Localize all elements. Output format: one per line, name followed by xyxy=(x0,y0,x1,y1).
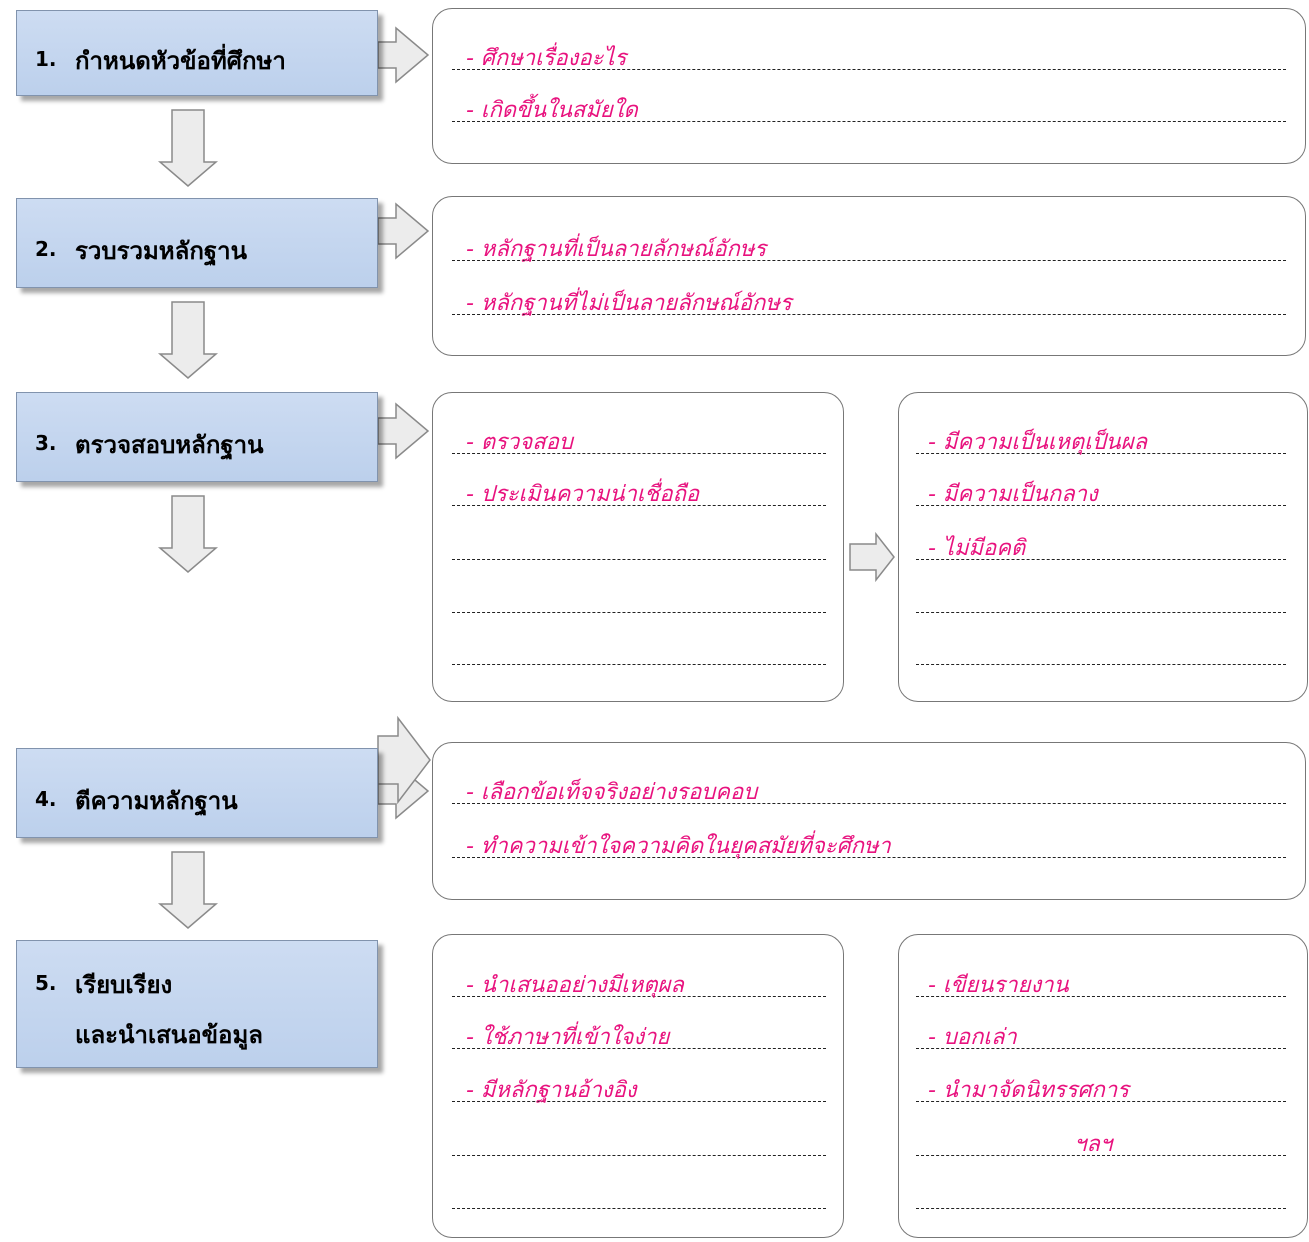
note-text: ฯลฯ xyxy=(1074,1132,1113,1157)
note-text: - นำมาจัดนิทรรศการ xyxy=(928,1078,1129,1103)
note-text: - นำเสนออย่างมีเหตุผล xyxy=(466,973,684,998)
note-text: - มีหลักฐานอ้างอิง xyxy=(466,1078,637,1103)
arrow-down-1 xyxy=(157,109,219,187)
step-4-box: 4. ตีความหลักฐาน xyxy=(16,748,378,838)
dotted-line xyxy=(452,664,826,665)
step-label: กำหนดหัวข้อที่ศึกษา xyxy=(75,47,286,75)
dotted-line xyxy=(916,664,1286,665)
step-number: 2. xyxy=(35,237,57,261)
step-2-box: 2. รวบรวมหลักฐาน xyxy=(16,198,378,288)
step-number: 5. xyxy=(35,971,57,995)
note-box-step1 xyxy=(432,8,1306,164)
step-label: เรียบเรียง xyxy=(75,971,173,999)
dotted-line xyxy=(916,1208,1286,1209)
note-text: - ใช้ภาษาที่เข้าใจง่าย xyxy=(466,1025,670,1050)
step-1-box: 1. กำหนดหัวข้อที่ศึกษา xyxy=(16,10,378,96)
note-text: - เขียนรายงาน xyxy=(928,973,1069,998)
step-label-line2: และนำเสนอข้อมูล xyxy=(75,1021,263,1049)
note-text: - มีความเป็นเหตุเป็นผล xyxy=(928,430,1148,455)
note-text: - ทำความเข้าใจความคิดในยุคสมัยที่จะศึกษา xyxy=(466,834,891,859)
note-text: - เกิดขึ้นในสมัยใด xyxy=(466,98,638,123)
dotted-line xyxy=(916,612,1286,613)
dotted-line xyxy=(452,1155,826,1156)
arrow-right-step3 xyxy=(377,402,430,460)
arrow-right-step1 xyxy=(377,26,430,84)
step-number: 3. xyxy=(35,431,57,455)
arrow-down-4 xyxy=(157,851,219,929)
step-3-box: 3. ตรวจสอบหลักฐาน xyxy=(16,392,378,482)
step-label: รวบรวมหลักฐาน xyxy=(75,237,247,265)
note-text: - หลักฐานที่ไม่เป็นลายลักษณ์อักษร xyxy=(466,291,792,316)
step-label: ตรวจสอบหลักฐาน xyxy=(75,431,264,459)
arrow-down-2 xyxy=(157,301,219,379)
note-text: - ตรวจสอบ xyxy=(466,430,573,455)
step-label: ตีความหลักฐาน xyxy=(75,787,238,815)
dotted-line xyxy=(452,1208,826,1209)
step-number: 4. xyxy=(35,787,57,811)
note-text: - เลือกข้อเท็จจริงอย่างรอบคอบ xyxy=(466,780,758,805)
note-text: - ประเมินความน่าเชื่อถือ xyxy=(466,482,700,507)
note-box-step2 xyxy=(432,196,1306,356)
arrow-right-step2 xyxy=(377,202,430,260)
dotted-line xyxy=(452,612,826,613)
step-number: 1. xyxy=(35,47,57,71)
arrow-right-pair3 xyxy=(849,531,895,583)
note-box-step4 xyxy=(432,742,1306,900)
arrow-down-3 xyxy=(157,495,219,573)
note-text: - บอกเล่า xyxy=(928,1025,1017,1050)
dotted-line xyxy=(452,559,826,560)
note-text: - ไม่มีอคติ xyxy=(928,536,1026,561)
step-5-box: 5. เรียบเรียง และนำเสนอข้อมูล xyxy=(16,940,378,1068)
note-text: - มีความเป็นกลาง xyxy=(928,482,1098,507)
note-text: - ศึกษาเรื่องอะไร xyxy=(466,46,627,71)
note-text: - หลักฐานที่เป็นลายลักษณ์อักษร xyxy=(466,237,767,262)
